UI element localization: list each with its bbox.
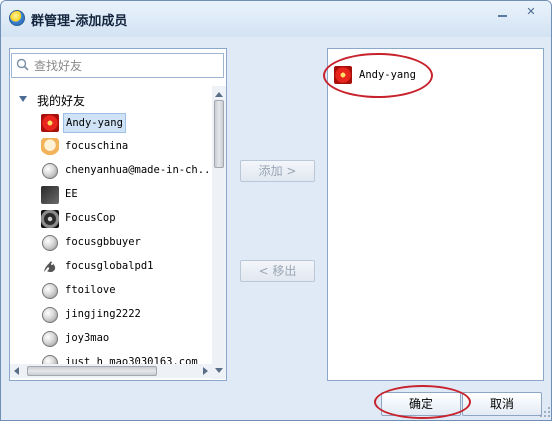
members-panel [327,48,544,381]
list-item[interactable]: EE [39,183,211,207]
friends-group-label: 我的好友 [37,94,86,108]
list-item[interactable]: Andy-yang [39,111,211,135]
default-avatar-icon [42,163,58,179]
default-avatar-icon [42,307,58,323]
list-item[interactable]: chenyanhua@made-in-ch... [39,159,211,183]
minimize-button[interactable] [492,4,514,20]
list-item[interactable]: joy3mao [39,327,211,351]
friend-name: joy3mao [65,332,110,344]
scroll-thumb[interactable] [27,366,157,376]
friend-name: FocusCop [65,212,116,224]
app-logo-icon [9,10,25,26]
list-item[interactable]: focuschina [39,135,211,159]
friend-name: chenyanhua@made-in-ch... [65,164,211,176]
scroll-up-icon[interactable] [215,92,223,97]
photo-avatar-icon [41,186,59,204]
close-icon[interactable]: ✕ [520,4,542,20]
list-item[interactable]: FocusCop [39,207,211,231]
swirl-avatar-icon [41,210,59,228]
remove-member-button[interactable]: < 移出 [240,260,315,282]
resize-grip-icon[interactable] [539,406,551,418]
friend-list: Andy-yang focuschina chenyanhua@made-in-… [39,111,211,371]
default-avatar-icon [42,331,58,347]
scroll-down-icon[interactable] [215,368,223,373]
default-avatar-icon [42,235,58,251]
friend-name: EE [65,188,78,200]
scroll-left-icon[interactable] [14,367,19,375]
window-title: 群管理-添加成员 [31,14,128,29]
search-input[interactable] [34,57,219,74]
highlight-annotation [323,53,433,98]
list-item[interactable]: jingjing2222 [39,303,211,327]
title-bar[interactable]: 群管理-添加成员 ✕ [1,1,551,37]
cancel-button[interactable]: 取消 [462,392,542,416]
scroll-right-icon[interactable] [203,367,208,375]
vertical-scrollbar[interactable] [212,86,226,379]
red-flower-icon [41,114,59,132]
friend-name: Andy-yang [63,113,126,133]
list-item[interactable]: ftoilove [39,279,211,303]
add-member-button[interactable]: 添加 > [240,160,315,182]
search-icon [16,58,29,71]
friend-name: focusgbbuyer [65,236,141,248]
friend-name: focuschina [65,140,129,152]
friend-name: focusglobalpd1 [65,260,154,272]
expand-arrow-icon[interactable] [19,96,27,102]
list-item[interactable]: focusgbbuyer [39,231,211,255]
horizontal-scrollbar[interactable] [10,364,212,378]
scroll-thumb[interactable] [214,100,224,168]
list-item[interactable]: focusglobalpd1 [39,255,211,279]
highlight-annotation [374,385,471,419]
friend-name: ftoilove [65,284,116,296]
dragon-avatar-icon [41,258,59,276]
default-avatar-icon [42,283,58,299]
friend-name: jingjing2222 [65,308,141,320]
search-box[interactable] [11,53,224,78]
cartoon-avatar-icon [41,138,59,156]
dialog-window: 群管理-添加成员 ✕ 我的好友 Andy-yang focuschina che… [0,0,552,421]
